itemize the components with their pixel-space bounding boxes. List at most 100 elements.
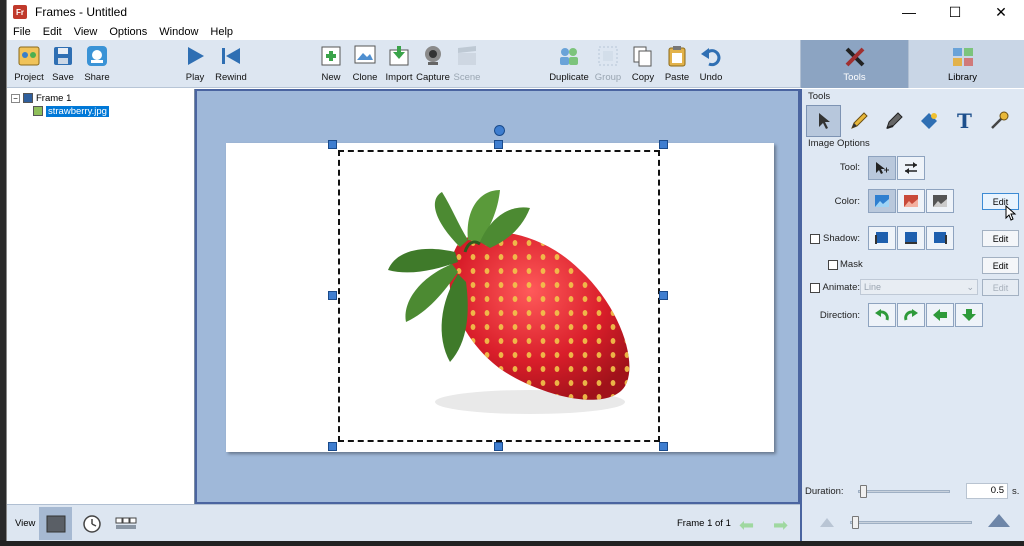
shadow-edit-button[interactable]: Edit <box>982 230 1019 247</box>
webcam-icon <box>421 44 445 68</box>
pencil-icon <box>850 112 868 129</box>
group-button[interactable]: Group <box>588 44 628 86</box>
pen-tool-button[interactable] <box>876 105 911 137</box>
app-window: Fr Frames - Untitled — ☐ ✕ File Edit Vie… <box>6 0 1024 541</box>
zoom-in-mountain-icon[interactable] <box>988 513 1010 527</box>
eyedropper-icon <box>990 111 1008 129</box>
minimize-button[interactable]: — <box>886 0 932 24</box>
direction-ccw-button[interactable] <box>868 303 896 327</box>
color-option-label: Color: <box>834 196 860 207</box>
cursor-arrow-icon <box>818 113 830 129</box>
resize-handle-t[interactable] <box>494 140 503 149</box>
mask-checkbox[interactable] <box>828 260 838 270</box>
tools-icon <box>845 47 864 66</box>
eyedropper-tool-button[interactable] <box>981 105 1016 137</box>
resize-handle-b[interactable] <box>494 442 503 451</box>
animate-type-select[interactable]: Line ⌄ <box>860 279 978 295</box>
storyboard-icon <box>115 517 136 529</box>
image-file-icon <box>33 106 43 116</box>
pencil-tool-button[interactable] <box>841 105 876 137</box>
play-button[interactable]: Play <box>175 44 215 86</box>
zoom-slider-thumb[interactable] <box>852 516 859 529</box>
undo-button[interactable]: Undo <box>691 44 731 86</box>
resize-handle-tl[interactable] <box>328 140 337 149</box>
shadow-right-button[interactable] <box>926 226 954 250</box>
share-button[interactable]: Share <box>77 44 117 86</box>
resize-handle-l[interactable] <box>328 291 337 300</box>
menu-view[interactable]: View <box>68 26 104 38</box>
text-tool-button[interactable]: T <box>946 105 981 137</box>
view-timeline-button[interactable] <box>75 507 108 540</box>
tab-library[interactable]: Library <box>908 40 1016 88</box>
direction-left-button[interactable] <box>926 303 954 327</box>
main-toolbar: Project Save Share Play Rewind New Clone <box>7 40 800 88</box>
menu-window[interactable]: Window <box>153 26 204 38</box>
close-button[interactable]: ✕ <box>978 0 1024 24</box>
zoom-slider-track[interactable] <box>850 521 972 524</box>
move-mode-button[interactable] <box>868 156 896 180</box>
image-options-title: Image Options <box>808 138 870 149</box>
maximize-button[interactable]: ☐ <box>932 0 978 24</box>
clone-icon <box>353 44 377 68</box>
animate-edit-button[interactable]: Edit <box>982 279 1019 296</box>
resize-handle-r[interactable] <box>659 291 668 300</box>
group-icon <box>596 44 620 68</box>
rewind-button[interactable]: Rewind <box>211 44 251 86</box>
svg-text:T: T <box>957 111 972 131</box>
frame-canvas[interactable] <box>226 125 774 452</box>
tree-item-frame[interactable]: − Frame 1 <box>11 91 71 105</box>
mouse-cursor-icon <box>1005 205 1017 221</box>
menu-options[interactable]: Options <box>103 26 153 38</box>
tree-item-image[interactable]: strawberry.jpg <box>33 104 109 118</box>
direction-cw-button[interactable] <box>897 303 925 327</box>
tool-mode-group <box>868 156 926 180</box>
zoom-out-mountain-icon[interactable] <box>820 517 834 527</box>
select-tool-button[interactable] <box>806 105 841 137</box>
duplicate-button[interactable]: Duplicate <box>549 44 589 86</box>
app-logo-icon: Fr <box>13 5 27 19</box>
frame-icon <box>23 93 33 103</box>
single-frame-icon <box>46 515 65 532</box>
animate-checkbox[interactable] <box>810 283 820 293</box>
tools-section-title: Tools <box>808 91 831 102</box>
tab-tools[interactable]: Tools <box>800 40 908 88</box>
menu-bar: File Edit View Options Window Help <box>7 24 1024 40</box>
shape-tool-button[interactable] <box>911 105 946 137</box>
direction-down-button[interactable] <box>955 303 983 327</box>
resize-handle-tr[interactable] <box>659 140 668 149</box>
scene-button[interactable]: Scene <box>447 44 487 86</box>
tool-option-label: Tool: <box>839 162 860 173</box>
arrow-left-icon <box>933 309 947 321</box>
view-storyboard-button[interactable] <box>109 507 142 540</box>
rotate-handle[interactable] <box>494 125 505 136</box>
clock-icon <box>82 514 101 533</box>
pen-icon <box>885 112 903 129</box>
color-normal-button[interactable] <box>868 189 896 213</box>
resize-handle-br[interactable] <box>659 442 668 451</box>
previous-frame-icon[interactable]: ⬅ <box>739 515 754 536</box>
menu-edit[interactable]: Edit <box>37 26 68 38</box>
menu-file[interactable]: File <box>7 26 37 38</box>
color-mode-group <box>868 189 955 213</box>
swap-mode-button[interactable] <box>897 156 925 180</box>
duration-slider-track[interactable] <box>858 490 950 493</box>
duration-input[interactable]: 0.5 <box>966 483 1008 499</box>
mask-edit-button[interactable]: Edit <box>982 257 1019 274</box>
shadow-mode-group <box>868 226 955 250</box>
swap-arrows-icon <box>905 162 917 174</box>
shadow-center-button[interactable] <box>897 226 925 250</box>
rewind-icon <box>219 44 243 68</box>
resize-handle-bl[interactable] <box>328 442 337 451</box>
next-frame-icon[interactable]: ➡ <box>773 515 788 536</box>
color-grayscale-button[interactable] <box>926 189 954 213</box>
color-sepia-button[interactable] <box>897 189 925 213</box>
shadow-center-icon <box>905 232 917 244</box>
tree-expander-icon[interactable]: − <box>11 93 20 103</box>
shadow-checkbox[interactable] <box>810 234 820 244</box>
duration-slider-thumb[interactable] <box>860 485 867 498</box>
side-panel-tabs: Tools Library <box>800 40 1024 88</box>
view-single-button[interactable] <box>39 507 72 540</box>
window-title: Frames - Untitled <box>35 5 128 19</box>
menu-help[interactable]: Help <box>204 26 239 38</box>
shadow-left-button[interactable] <box>868 226 896 250</box>
